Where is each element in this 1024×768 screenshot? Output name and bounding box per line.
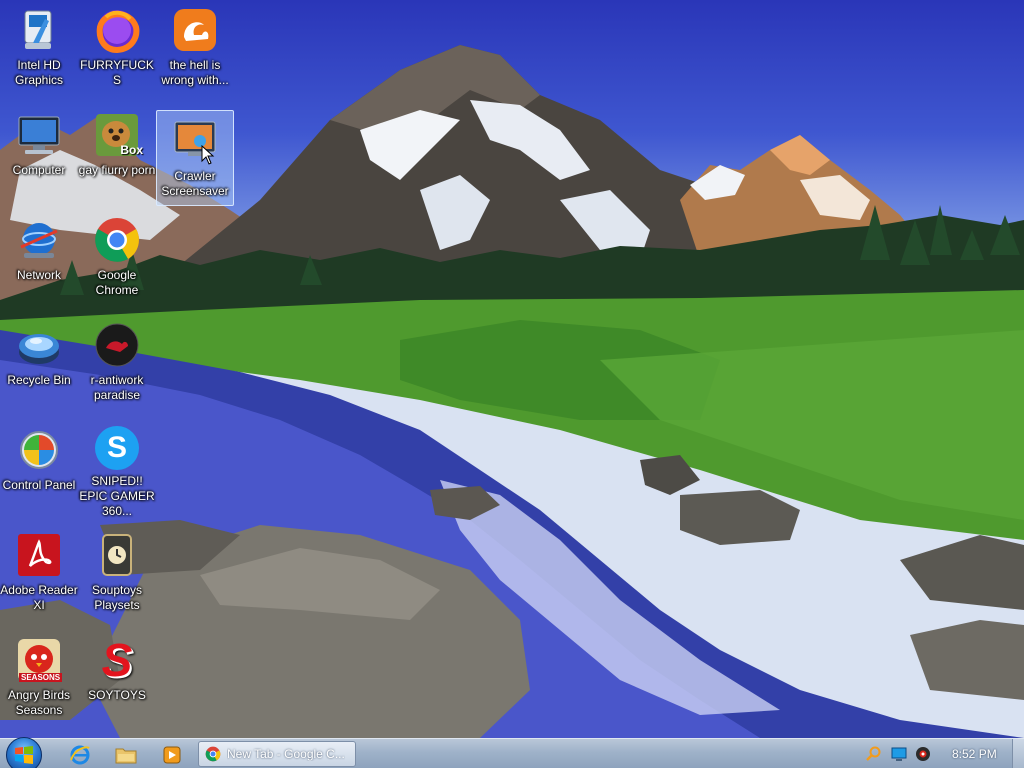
soytoys-glyph: S — [101, 634, 133, 686]
quick-launch-media-player[interactable] — [160, 743, 184, 767]
desktop-icon-souptoys[interactable]: Souptoys Playsets — [78, 525, 156, 621]
recycle-bin-icon — [15, 321, 63, 369]
desktop-icon-label: gay fiurry porn — [78, 163, 156, 177]
desktop-icon-soytoys[interactable]: S SOYTOYS — [78, 630, 156, 726]
desktop-icon-google-chrome[interactable]: Google Chrome — [78, 210, 156, 306]
desktop-icon-computer[interactable]: Computer — [0, 105, 78, 201]
windows-start-icon — [15, 746, 33, 764]
desktop-icon-label: Adobe Reader XI — [0, 583, 78, 612]
quick-launch-internet-explorer[interactable] — [68, 743, 92, 767]
soytoys-icon: S — [93, 636, 141, 684]
angry-birds-badge: SEASONS — [19, 673, 63, 682]
desktop-icon-uc-browser[interactable]: the hell is wrong with... — [156, 0, 234, 96]
desktop-icon-adobe-reader[interactable]: Adobe Reader XI — [0, 525, 78, 621]
system-clock[interactable]: 8:52 PM — [952, 747, 997, 761]
firefox-icon — [93, 6, 141, 54]
desktop-icon-label: Crawler Screensaver — [161, 169, 229, 198]
desktop-icon-crawler-screensaver[interactable]: Crawler Screensaver — [156, 110, 234, 206]
desktop-icon-control-panel[interactable]: Control Panel — [0, 420, 78, 516]
desktop-icon-angry-birds[interactable]: SEASONS Angry Birds Seasons — [0, 630, 78, 726]
angry-birds-icon: SEASONS — [15, 636, 63, 684]
desktop-icon-label: FURRYFUCKS — [80, 58, 154, 87]
search-icon[interactable] — [866, 746, 882, 762]
quick-launch-file-explorer[interactable] — [114, 743, 138, 767]
desktop-icon-recycle-bin[interactable]: Recycle Bin — [0, 315, 78, 411]
desktop-icon-label: r-antiwork paradise — [90, 373, 144, 402]
desktop-icon-label: Intel HD Graphics — [14, 58, 64, 87]
mouse-cursor — [201, 145, 215, 165]
desktop-icon-box[interactable]: Box gay fiurry porn — [78, 105, 156, 201]
antiwork-icon — [93, 321, 141, 369]
desktop-icon-firefox[interactable]: FURRYFUCKS — [78, 0, 156, 96]
desktop-icon-skype[interactable]: S SNIPED!! EPIC GAMER 360... — [78, 420, 156, 518]
desktop-icon-label: Recycle Bin — [7, 373, 71, 387]
adobe-reader-icon — [15, 531, 63, 579]
taskbar-button-title: New Tab - Google C... — [227, 747, 345, 761]
box-badge-text: Box — [120, 143, 143, 157]
screensaver-icon — [171, 117, 219, 165]
desktop-icon-label: Computer — [12, 163, 66, 177]
box-dog-icon: Box — [93, 111, 143, 159]
desktop-icon-label: the hell is wrong with... — [161, 58, 229, 87]
chrome-icon — [205, 746, 221, 762]
desktop-icon-label: Souptoys Playsets — [91, 583, 143, 612]
skype-icon: S — [93, 426, 141, 470]
chrome-icon — [93, 216, 141, 264]
desktop-icon-intel-hd-graphics[interactable]: Intel HD Graphics — [0, 0, 78, 96]
start-button[interactable] — [6, 737, 42, 768]
desktop-icon-label: Network — [16, 268, 61, 282]
show-desktop-button[interactable] — [1012, 739, 1024, 768]
taskbar: New Tab - Google C... 8:52 PM — [0, 737, 1024, 768]
computer-icon — [15, 111, 63, 159]
control-panel-icon — [15, 426, 63, 474]
media-player-icon — [163, 746, 181, 764]
intel-graphics-icon — [15, 6, 63, 54]
desktop-icon-label: SOYTOYS — [88, 688, 146, 702]
display-icon[interactable] — [891, 746, 907, 762]
desktop-icon-label: SNIPED!! EPIC GAMER 360... — [79, 474, 155, 518]
internet-explorer-icon — [70, 745, 90, 765]
desktop-icon-label: Control Panel — [2, 478, 76, 492]
skype-glyph: S — [95, 426, 139, 470]
desktop-icon-label: Google Chrome — [95, 268, 139, 297]
desktop-icon-antiwork[interactable]: r-antiwork paradise — [78, 315, 156, 411]
desktop-icon-label: Angry Birds Seasons — [7, 688, 71, 717]
speaker-icon[interactable] — [915, 746, 931, 762]
uc-browser-icon — [171, 6, 219, 54]
network-icon — [15, 216, 63, 264]
file-explorer-icon — [115, 748, 137, 764]
taskbar-button-chrome[interactable]: New Tab - Google C... — [198, 741, 356, 767]
desktop-icon-network[interactable]: Network — [0, 210, 78, 306]
souptoys-icon — [93, 531, 141, 579]
